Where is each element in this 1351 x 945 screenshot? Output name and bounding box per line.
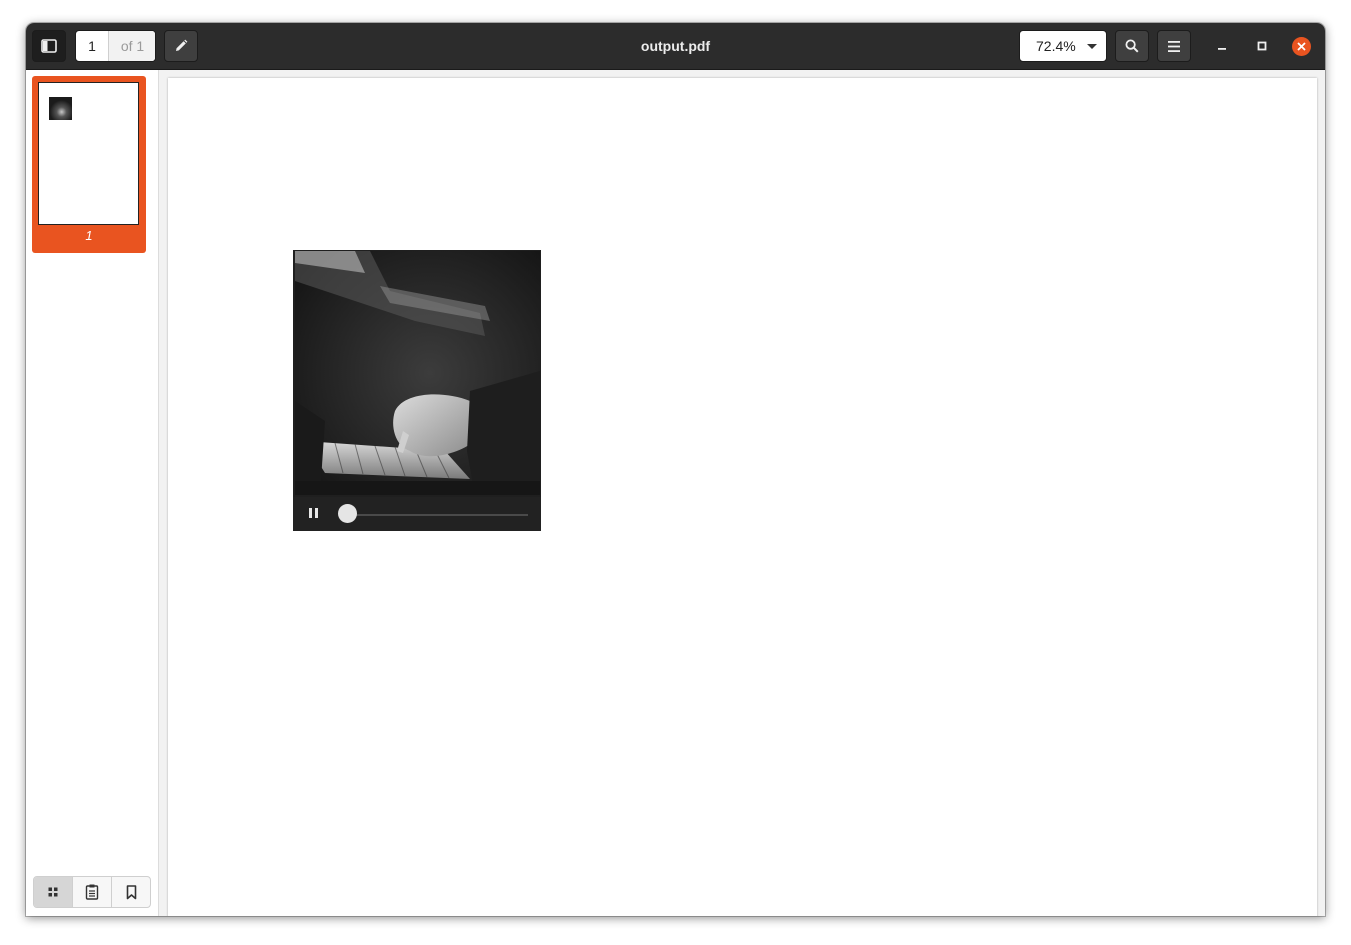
page-thumbnail[interactable]: 1 xyxy=(32,76,146,253)
thumbnails-view-button[interactable] xyxy=(34,877,73,907)
hamburger-icon xyxy=(1168,40,1180,52)
maximize-button[interactable] xyxy=(1253,37,1271,55)
close-button[interactable] xyxy=(1292,37,1311,56)
piano-photo xyxy=(295,251,540,495)
annotate-button[interactable] xyxy=(164,30,198,62)
video-controls xyxy=(293,497,541,531)
minimize-button[interactable] xyxy=(1213,37,1231,55)
menu-button[interactable] xyxy=(1157,30,1191,62)
bookmarks-view-button[interactable] xyxy=(112,877,150,907)
outline-view-button[interactable] xyxy=(73,877,112,907)
sidebar-view-switcher xyxy=(33,876,151,908)
thumbnails-icon xyxy=(48,887,58,897)
thumbnail-label: 1 xyxy=(85,228,93,243)
outline-icon xyxy=(85,884,99,900)
bookmark-icon xyxy=(126,884,136,899)
pencil-icon xyxy=(176,39,188,51)
pdf-viewer-window: 1 of 1 output.pdf 72.4% 1 xyxy=(26,23,1325,916)
chevron-down-icon xyxy=(1087,44,1097,49)
document-view[interactable] xyxy=(159,70,1325,916)
sidebar: 1 xyxy=(26,70,159,916)
pause-icon[interactable] xyxy=(309,508,318,518)
maximize-icon xyxy=(1257,41,1267,51)
zoom-value: 72.4% xyxy=(1036,38,1076,54)
search-button[interactable] xyxy=(1115,30,1149,62)
minimize-icon xyxy=(1218,48,1226,50)
sidebar-toggle-button[interactable] xyxy=(32,30,66,62)
search-icon xyxy=(1125,39,1139,53)
video-frame xyxy=(295,251,540,495)
pdf-page xyxy=(168,78,1317,916)
thumbnail-image xyxy=(49,97,72,120)
page-total-label: of 1 xyxy=(109,31,155,61)
seek-handle[interactable] xyxy=(338,504,357,523)
page-selector[interactable]: 1 of 1 xyxy=(75,30,156,62)
sidebar-icon xyxy=(41,39,57,53)
zoom-selector[interactable]: 72.4% xyxy=(1019,30,1107,62)
header-bar: 1 of 1 output.pdf 72.4% xyxy=(26,23,1325,70)
page-number-input[interactable]: 1 xyxy=(76,31,109,61)
embedded-video[interactable] xyxy=(293,250,541,531)
seek-track[interactable] xyxy=(348,514,528,516)
close-icon xyxy=(1297,42,1306,51)
thumbnail-page xyxy=(38,82,139,225)
